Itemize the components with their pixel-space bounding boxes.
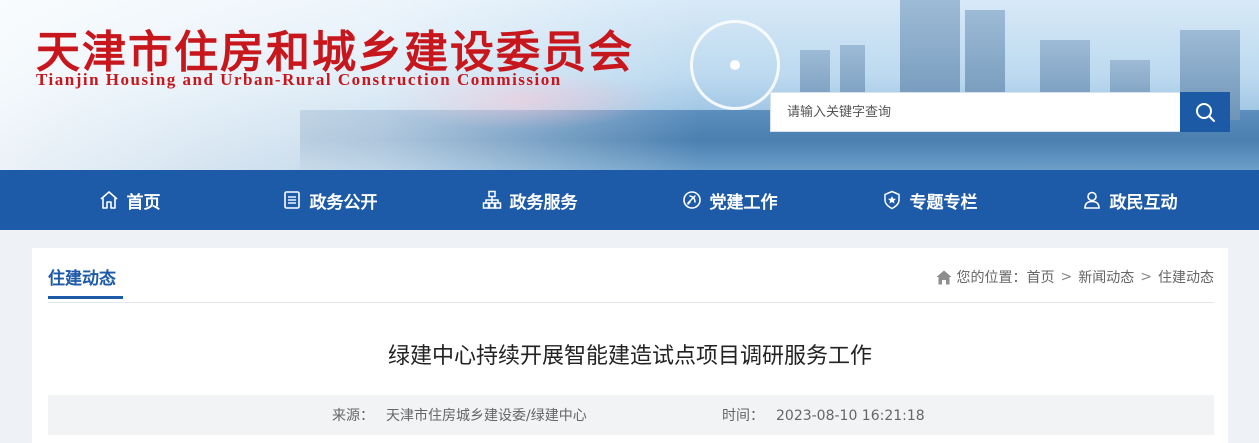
- search-box: [770, 92, 1230, 132]
- org-chart-icon: [482, 190, 502, 210]
- document-icon: [282, 190, 302, 210]
- breadcrumb-separator: >: [1140, 269, 1152, 285]
- section-header: 住建动态 您的位置： 首页 > 新闻动态 > 住建动态: [48, 248, 1214, 303]
- section-title-underline: [48, 296, 123, 299]
- nav-item-label: 政务公开: [309, 192, 378, 213]
- breadcrumb-link-news[interactable]: 新闻动态: [1078, 267, 1134, 287]
- source-label: 来源：: [332, 408, 374, 424]
- home-icon: [99, 190, 119, 210]
- article-title: 绿建中心持续开展智能建造试点项目调研服务工作: [387, 344, 872, 369]
- time-label: 时间：: [722, 408, 764, 424]
- nav-item-gov-services[interactable]: 政务服务: [430, 170, 630, 230]
- user-icon: [1082, 190, 1102, 210]
- nav-item-party-building[interactable]: 党建工作: [630, 170, 830, 230]
- search-input[interactable]: [771, 93, 1181, 131]
- nav-item-label: 首页: [126, 192, 161, 213]
- nav-item-home[interactable]: 首页: [30, 170, 230, 230]
- section-title: 住建动态: [48, 269, 116, 289]
- source-value: 天津市住房城乡建设委/绿建中心: [386, 408, 587, 424]
- search-button[interactable]: [1180, 92, 1230, 132]
- breadcrumb-link-home[interactable]: 首页: [1027, 267, 1055, 287]
- nav-item-special-topics[interactable]: 专题专栏: [830, 170, 1030, 230]
- breadcrumb-separator: >: [1060, 269, 1073, 285]
- nav-item-label: 专题专栏: [909, 192, 978, 213]
- breadcrumb-link-current[interactable]: 住建动态: [1158, 267, 1214, 287]
- article-source: 来源： 天津市住房城乡建设委/绿建中心: [332, 405, 587, 425]
- ferris-wheel-hub: [730, 60, 740, 70]
- header-banner: 天津市住房和城乡建设委员会 Tianjin Housing and Urban-…: [0, 0, 1259, 170]
- nav-item-label: 党建工作: [709, 192, 778, 213]
- search-icon: [1196, 103, 1215, 122]
- main-nav: 首页 政务公开 政务服务 党建工作 专题专栏 政民互动: [0, 170, 1259, 230]
- content-card: 住建动态 您的位置： 首页 > 新闻动态 > 住建动态 绿建中心持续开展智能建造…: [32, 248, 1228, 443]
- article-meta: 来源： 天津市住房城乡建设委/绿建中心 时间： 2023-08-10 16:21:1…: [48, 395, 1214, 435]
- breadcrumb: 您的位置： 首页 > 新闻动态 > 住建动态: [936, 267, 1214, 287]
- nav-item-gov-affairs[interactable]: 政务公开: [230, 170, 430, 230]
- nav-item-label: 政务服务: [509, 192, 578, 213]
- time-value: 2023-08-10 16:21:18: [776, 408, 925, 424]
- house-icon: [936, 270, 952, 285]
- site-title-english: Tianjin Housing and Urban-Rural Construc…: [36, 70, 562, 89]
- breadcrumb-prefix: 您的位置：: [956, 270, 1027, 286]
- badge-star-icon: [882, 190, 902, 210]
- nav-item-public-interaction[interactable]: 政民互动: [1030, 170, 1230, 230]
- party-emblem-icon: [682, 190, 702, 210]
- nav-item-label: 政民互动: [1109, 192, 1178, 213]
- article-time: 时间： 2023-08-10 16:21:18: [722, 405, 925, 425]
